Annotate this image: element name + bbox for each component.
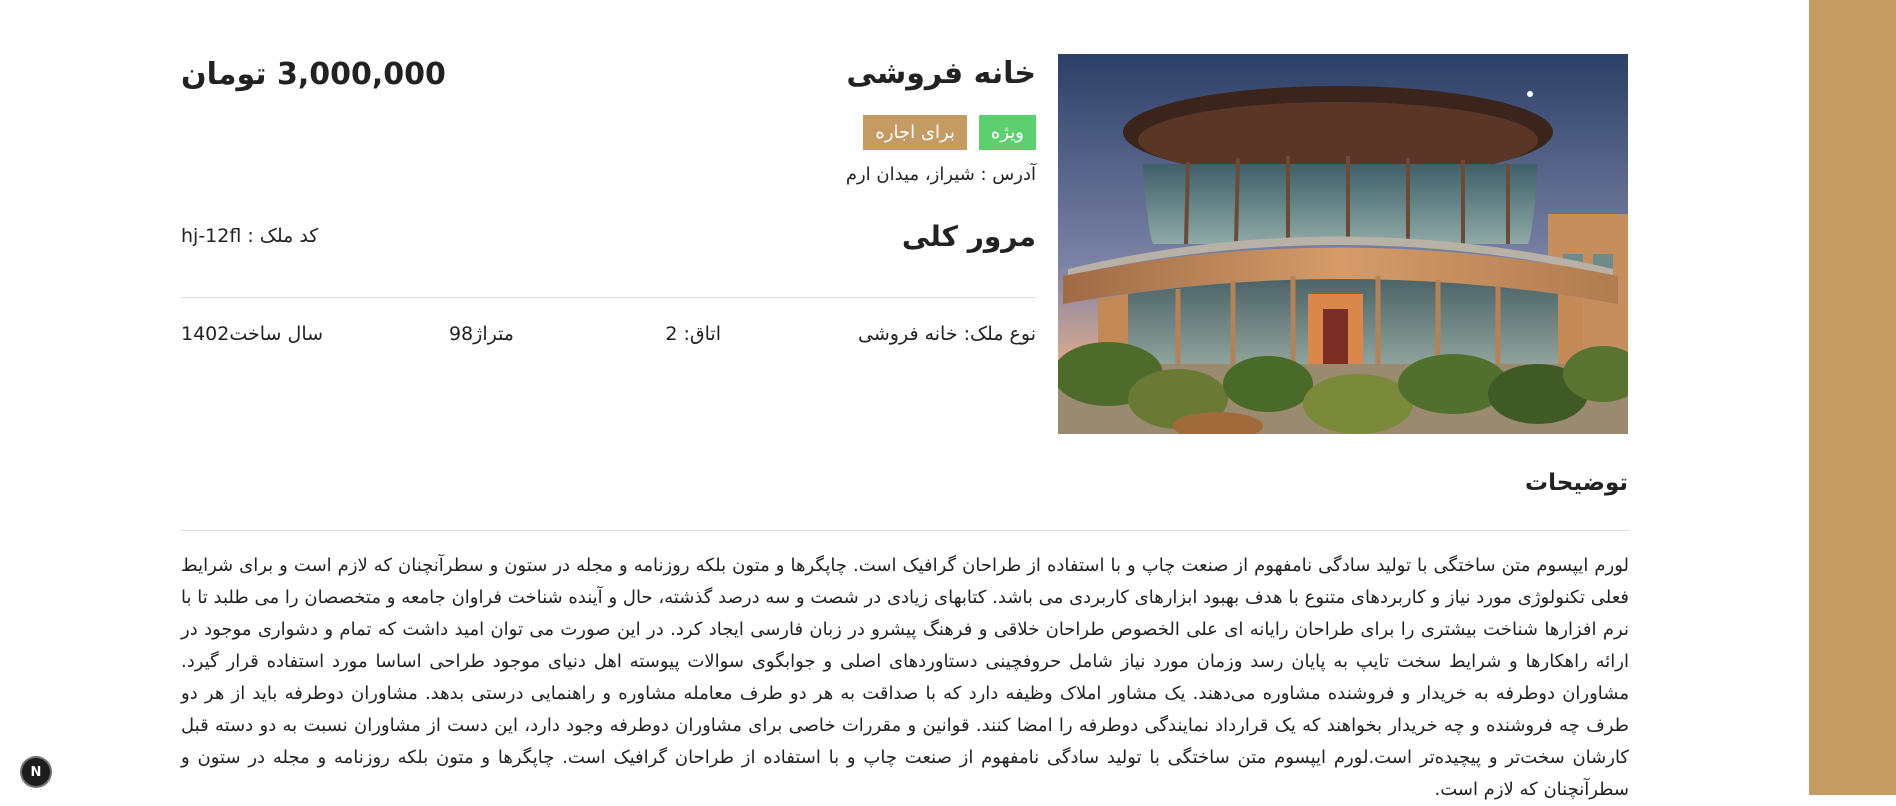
right-accent-sidebar (1809, 0, 1896, 795)
build-year: سال ساخت1402 (181, 323, 324, 345)
overview-title: مرور کلی (901, 220, 1036, 253)
room-count: اتاق: 2 (665, 323, 721, 345)
rent-badge: برای اجاره (863, 115, 967, 150)
overview-divider (181, 297, 1036, 298)
dev-overlay-badge[interactable]: N (22, 758, 50, 786)
listing-address: آدرس : شیراز، میدان ارم (845, 164, 1036, 185)
listing-title: خانه فروشی (846, 56, 1036, 91)
property-code: کد ملک : hj-12fl (181, 225, 319, 247)
listing-price: 3,000,000 تومان (181, 57, 446, 92)
property-type: نوع ملک: خانه فروشی (858, 323, 1036, 345)
featured-badge: ویژه (978, 115, 1036, 150)
area: متراژ98 (448, 323, 514, 345)
description-text: لورم ایپسوم متن ساختگی با تولید سادگی نا… (181, 555, 1629, 800)
property-photo (1058, 54, 1628, 434)
listing-badges: ویژه برای اجاره (863, 115, 1036, 150)
description-divider (181, 530, 1629, 531)
description-title: توضیحات (1525, 470, 1628, 496)
